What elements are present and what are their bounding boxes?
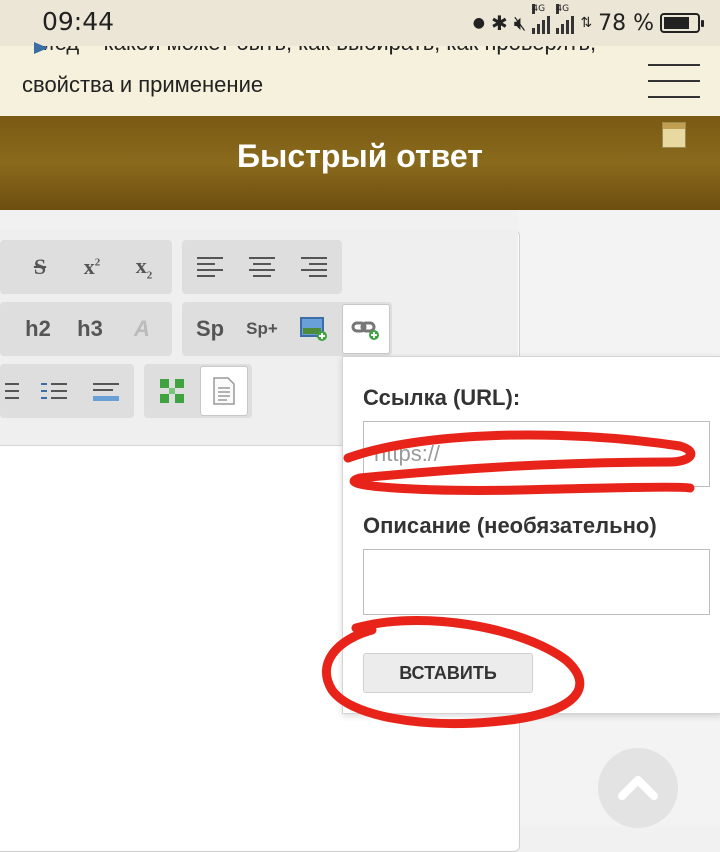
status-bar: 09:44 ● ✱ 🔇︎ 4G 4G ⇅ 78 % (0, 0, 720, 46)
document-icon[interactable] (200, 366, 248, 416)
toolbar-group-misc (144, 364, 252, 418)
remove-format-icon[interactable]: A (120, 307, 164, 351)
page-title: Быстрый ответ (237, 138, 483, 174)
bullet-list-icon[interactable] (0, 369, 30, 413)
battery-percent: 78 % (598, 10, 654, 36)
data-arrows-icon: ⇅ (580, 15, 593, 31)
mute-icon: 🔇︎ (513, 11, 527, 35)
divider-icon[interactable] (84, 369, 128, 413)
numbered-list-icon[interactable] (32, 369, 76, 413)
description-label: Описание (необязательно) (363, 513, 657, 538)
signal-icon: 4G (532, 4, 551, 34)
breadcrumb-arrow-icon (34, 42, 48, 54)
bluetooth-icon: ✱ (490, 11, 508, 35)
status-icons: ● ✱ 🔇︎ 4G 4G ⇅ 78 % (472, 4, 704, 38)
spoiler-button[interactable]: Sp (188, 307, 232, 351)
align-right-icon[interactable] (292, 245, 336, 289)
url-label: Ссылка (URL): (363, 385, 521, 410)
subscript-icon[interactable]: x2 (122, 245, 166, 289)
heading-2-button[interactable]: h2 (16, 307, 60, 351)
breadcrumb[interactable]: Мед – какой может быть, как выбирать, ка… (0, 46, 640, 68)
battery-icon (660, 13, 704, 33)
chevron-up-icon (618, 776, 658, 800)
hamburger-menu-button[interactable] (648, 62, 700, 102)
align-left-icon[interactable] (188, 245, 232, 289)
toolbar-group-insert: Sp Sp+ (182, 302, 392, 356)
signal-icon-2: 4G (556, 4, 575, 34)
scroll-top-button[interactable] (598, 748, 678, 828)
strikethrough-icon[interactable]: S (18, 245, 62, 289)
status-time: 09:44 (42, 7, 115, 36)
spoiler-plus-button[interactable]: Sp+ (240, 307, 284, 351)
grid-icon[interactable] (150, 369, 194, 413)
breadcrumb-line1[interactable]: Мед – какой может быть, как выбирать, ка… (36, 46, 596, 56)
heading-3-button[interactable]: h3 (68, 307, 112, 351)
insert-link-popup: Ссылка (URL): Описание (необязательно) В… (342, 356, 720, 714)
site-header: Мед – какой может быть, как выбирать, ка… (0, 42, 720, 116)
dot-icon: ● (472, 15, 485, 31)
align-center-icon[interactable] (240, 245, 284, 289)
insert-button[interactable]: ВСТАВИТЬ (363, 653, 533, 693)
url-input[interactable] (363, 421, 710, 487)
toolbar-group-format: S x2 x2 (0, 240, 172, 294)
insert-link-icon[interactable] (342, 304, 390, 354)
toolbar-group-align (182, 240, 342, 294)
toolbar-group-lists (0, 364, 134, 418)
superscript-icon[interactable]: x2 (70, 245, 114, 289)
breadcrumb-line2[interactable]: свойства и применение (22, 72, 263, 98)
toolbar-group-headings: h2 h3 A (0, 302, 172, 356)
description-input[interactable] (363, 549, 710, 615)
calendar-icon[interactable] (662, 122, 686, 148)
insert-image-icon[interactable] (292, 307, 336, 351)
title-bar: Быстрый ответ (0, 116, 720, 210)
